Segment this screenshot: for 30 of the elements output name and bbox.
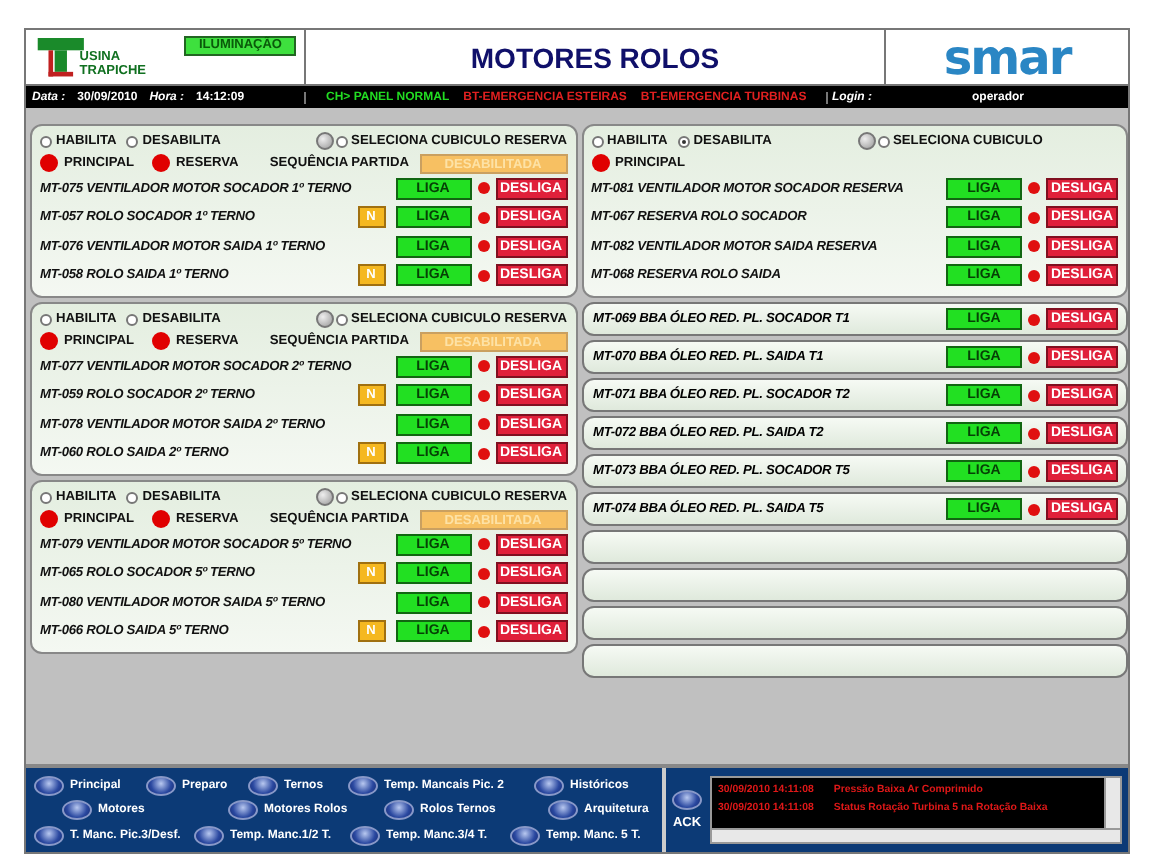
status-dot-icon bbox=[477, 360, 489, 373]
status-dot-icon bbox=[1028, 313, 1040, 325]
vertical-scrollbar[interactable] bbox=[1104, 778, 1120, 828]
selector-knob-icon bbox=[315, 310, 334, 328]
status-dot-icon bbox=[477, 418, 489, 431]
selector-knob-icon bbox=[857, 132, 875, 150]
status-dot-icon bbox=[1028, 503, 1040, 515]
status-dot-icon bbox=[477, 538, 489, 551]
status-dot-icon bbox=[477, 240, 489, 253]
selector-knob-icon bbox=[315, 488, 334, 506]
brand-logo: smar bbox=[943, 33, 1071, 81]
status-dot-icon bbox=[477, 389, 489, 402]
status-dot-icon bbox=[1028, 240, 1040, 253]
status-dot-icon bbox=[477, 182, 489, 195]
status-dot-icon bbox=[477, 269, 489, 282]
selector-knob-icon bbox=[315, 132, 334, 150]
status-dot-icon bbox=[1028, 182, 1040, 195]
status-dot-icon bbox=[1028, 269, 1040, 282]
status-dot-icon bbox=[1028, 389, 1040, 401]
status-dot-icon bbox=[477, 447, 489, 460]
status-dot-icon bbox=[477, 596, 489, 609]
screen-title: MOTORES ROLOS bbox=[306, 30, 886, 84]
status-dot-icon bbox=[1028, 427, 1040, 439]
status-dot-icon bbox=[477, 625, 489, 638]
status-dot-icon bbox=[477, 567, 489, 580]
status-dot-icon bbox=[1028, 465, 1040, 477]
horizontal-scrollbar[interactable] bbox=[712, 828, 1120, 842]
status-dot-icon bbox=[477, 211, 489, 224]
status-dot-icon bbox=[1028, 351, 1040, 363]
status-dot-icon bbox=[1028, 211, 1040, 224]
